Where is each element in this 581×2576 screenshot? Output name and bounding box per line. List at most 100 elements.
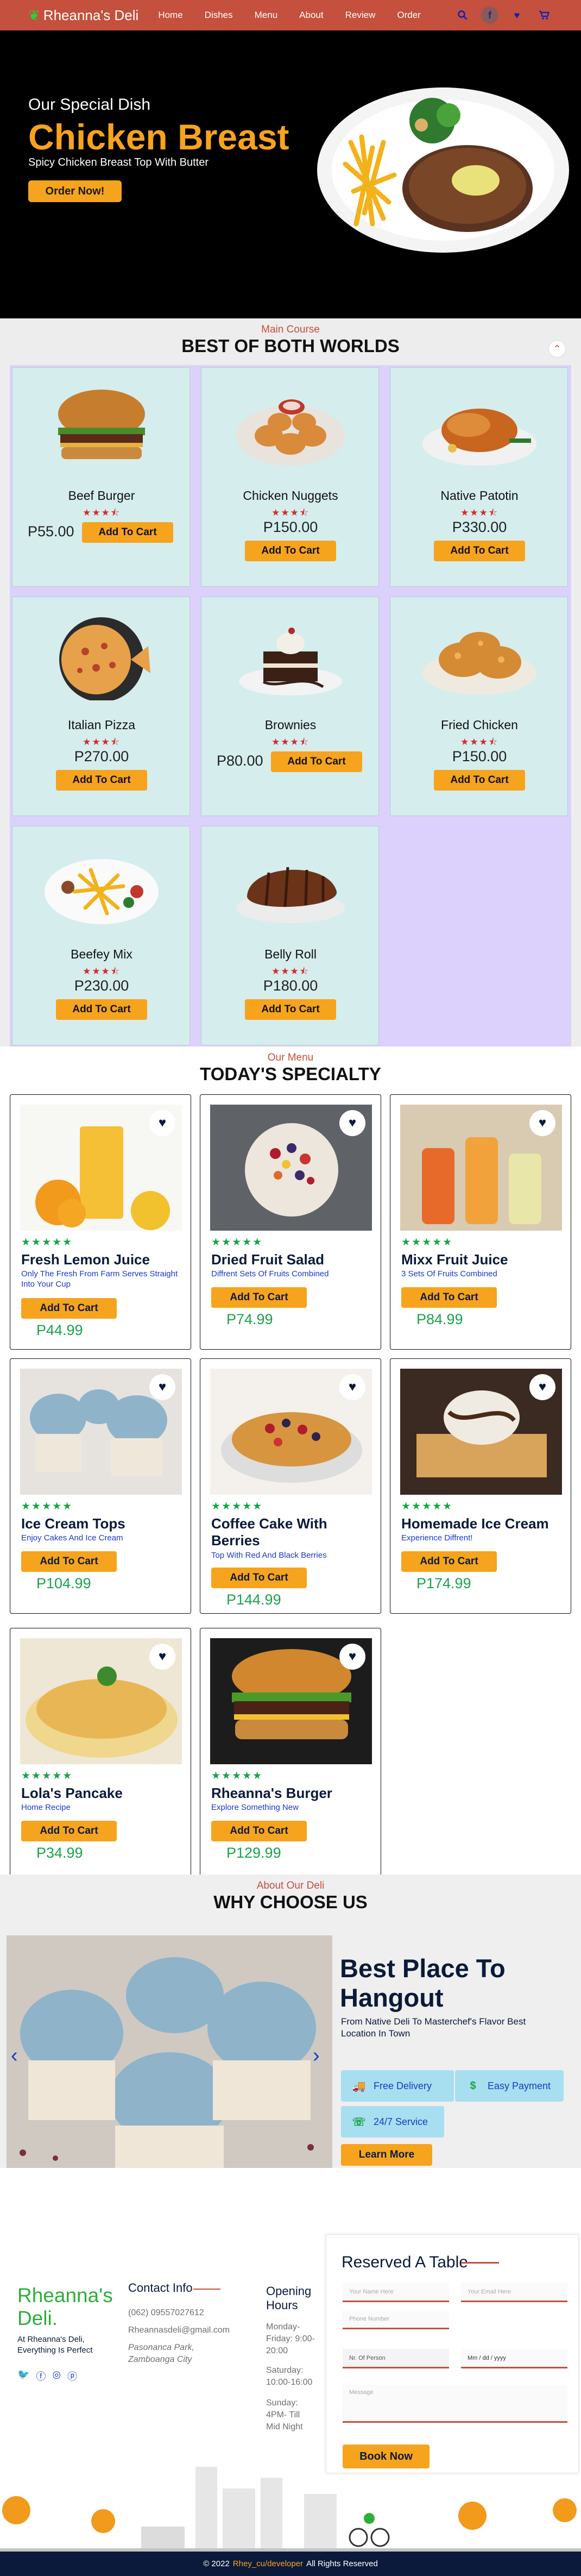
favorite-heart-icon[interactable]: ♥ (529, 1110, 555, 1136)
specialty-price: P44.99 (36, 1322, 83, 1338)
footer-tagline: At Rheanna's Deli, Everything Is Perfect (17, 2335, 93, 2355)
menu-item-price: P270.00 (74, 748, 129, 764)
add-to-cart-button[interactable]: Add To Cart (211, 1821, 307, 1841)
facebook-icon[interactable]: ⓕ (36, 2369, 46, 2383)
menu-card: Fried Chicken ★★★⯪ P150.00 Add To Cart (390, 597, 568, 816)
menu-item-price: P55.00 (28, 523, 74, 540)
add-to-cart-button[interactable]: Add To Cart (56, 770, 147, 791)
hours-weekday: Monday-Friday: 9:00-20:00 (266, 2322, 315, 2355)
scroll-up-icon[interactable]: ⌃ (548, 340, 566, 358)
menu-card: Beefey Mix ★★★⯪ P230.00 Add To Cart (12, 826, 190, 1045)
add-to-cart-button[interactable]: Add To Cart (56, 999, 147, 1020)
main-course-title: BEST OF BOTH WORLDS (181, 336, 400, 356)
menu-item-name: Belly Roll (264, 947, 317, 961)
add-to-cart-button[interactable]: Add To Cart (21, 1551, 117, 1572)
add-to-cart-button[interactable]: Add To Cart (434, 770, 525, 791)
add-to-cart-button[interactable]: Add To Cart (245, 541, 336, 561)
nav-about[interactable]: About (299, 10, 323, 21)
feature-free-delivery: 🚚 Free Delivery (341, 2070, 454, 2102)
heart-icon[interactable]: ♥ (508, 7, 526, 24)
specialty-card: ♥ ★★★★★ Homemade Ice Cream Experience Di… (390, 1358, 571, 1614)
specialty-description: Top With Red And Black Berries (211, 1551, 327, 1560)
phone-input[interactable]: Phone Number (343, 2310, 449, 2329)
twitter-icon[interactable]: 🐦 (17, 2369, 29, 2383)
specialty-description: Explore Something New (211, 1803, 299, 1812)
specialty-name: Fresh Lemon Juice (21, 1251, 150, 1268)
add-to-cart-button[interactable]: Add To Cart (21, 1821, 117, 1841)
menu-item-name: Beef Burger (68, 488, 135, 503)
persons-select[interactable]: Nr. Of Person (343, 2349, 449, 2368)
hero-title: Chicken Breast (28, 117, 289, 157)
favorite-heart-icon[interactable]: ♥ (149, 1110, 175, 1136)
footer-social: 🐦 ⓕ ◎ ⓟ (17, 2369, 84, 2383)
nav-dishes[interactable]: Dishes (205, 10, 233, 21)
add-to-cart-button[interactable]: Add To Cart (82, 522, 173, 543)
native-patotin-image (422, 409, 536, 466)
pinterest-icon[interactable]: ⓟ (67, 2369, 77, 2383)
copyright-bar: © 2022 Rhey_cu/developer All Rights Rese… (0, 2552, 581, 2576)
add-to-cart-button[interactable]: Add To Cart (271, 751, 362, 772)
favorite-heart-icon[interactable]: ♥ (339, 1110, 365, 1136)
menu-item-name: Brownies (264, 718, 317, 732)
feature-label: Easy Payment (488, 2080, 551, 2091)
name-input[interactable]: Your Name Here (343, 2283, 449, 2302)
specialty-name: Mixx Fruit Juice (401, 1251, 508, 1268)
specialty-card: ♥ ★★★★★ Rheanna's Burger Explore Somethi… (200, 1628, 381, 1883)
menu-card: Native Patotin ★★★⯪ P330.00 Add To Cart (390, 367, 568, 587)
why-text: From Native Deli To Masterchef's Flavor … (341, 2016, 526, 2039)
order-now-button[interactable]: Order Now! (28, 180, 122, 202)
email-input[interactable]: Your Email Here (461, 2283, 567, 2302)
developer-link[interactable]: Rhey_cu/developer (233, 2559, 303, 2568)
nav-order[interactable]: Order (397, 10, 420, 21)
favorite-heart-icon[interactable]: ♥ (149, 1374, 175, 1400)
contact-email[interactable]: Rheannasdeli@gmail.com (128, 2324, 230, 2336)
favorite-heart-icon[interactable]: ♥ (149, 1644, 175, 1670)
instagram-icon[interactable]: ◎ (52, 2369, 61, 2383)
add-to-cart-button[interactable]: Add To Cart (434, 541, 525, 561)
cart-icon[interactable] (535, 7, 553, 24)
brownies-image (239, 628, 342, 695)
add-to-cart-button[interactable]: Add To Cart (401, 1551, 497, 1572)
add-to-cart-button[interactable]: Add To Cart (211, 1287, 307, 1308)
leaf-icon: ❦ (28, 7, 40, 23)
nav-home[interactable]: Home (158, 10, 182, 21)
specialty-description: 3 Sets Of Fruits Combined (401, 1269, 497, 1278)
specialty-card: ♥ ★★★★★ Dried Fruit Salad Diffrent Sets … (200, 1094, 381, 1350)
specialty-name: Lola's Pancake (21, 1785, 123, 1801)
add-to-cart-button[interactable]: Add To Cart (211, 1568, 307, 1588)
specialty-name: Homemade Ice Cream (401, 1515, 549, 1532)
add-to-cart-button[interactable]: Add To Cart (245, 999, 336, 1020)
nav-icons: f ♥ (444, 7, 553, 24)
add-to-cart-button[interactable]: Add To Cart (401, 1287, 497, 1308)
carousel-next-icon[interactable]: › (313, 2044, 320, 2067)
facebook-icon[interactable]: f (481, 7, 498, 24)
hero-subtitle: Our Special Dish (28, 96, 151, 114)
menu-item-name: Native Patotin (440, 488, 519, 503)
search-icon[interactable] (454, 7, 471, 24)
nav-review[interactable]: Review (345, 10, 376, 21)
add-to-cart-button[interactable]: Add To Cart (21, 1298, 117, 1319)
specialty-card: ♥ ★★★★★ Mixx Fruit Juice 3 Sets Of Fruit… (390, 1094, 571, 1350)
learn-more-button[interactable]: Learn More (341, 2144, 432, 2166)
specialty-title: TODAY'S SPECIALTY (200, 1064, 381, 1084)
specialty-price: P104.99 (36, 1575, 91, 1591)
date-input[interactable]: Mm / dd / yyyy (461, 2349, 567, 2368)
brand-name: Rheanna's Deli (43, 7, 139, 23)
carousel-prev-icon[interactable]: ‹ (11, 2044, 18, 2067)
favorite-heart-icon[interactable]: ♥ (339, 1644, 365, 1670)
menu-item-name: Beefey Mix (71, 947, 132, 961)
contact-phone[interactable]: (062) 09557027612 (128, 2307, 204, 2319)
menu-card: Italian Pizza ★★★⯪ P270.00 Add To Cart (12, 597, 190, 816)
brand-logo[interactable]: ❦ Rheanna's Deli (28, 7, 138, 24)
menu-item-name: Fried Chicken (441, 718, 518, 732)
dollar-icon: $ (470, 2079, 476, 2092)
nav-menu-link[interactable]: Menu (255, 10, 278, 21)
top-navbar: ❦ Rheanna's Deli Home Dishes Menu About … (0, 0, 581, 30)
reservation-title: Reserved A Table (342, 2253, 468, 2271)
message-textarea[interactable]: Message (343, 2385, 567, 2423)
favorite-heart-icon[interactable]: ♥ (339, 1374, 365, 1400)
menu-card: Belly Roll ★★★⯪ P180.00 Add To Cart (201, 826, 379, 1045)
favorite-heart-icon[interactable]: ♥ (529, 1374, 555, 1400)
footer-brand: Rheanna's Deli. (17, 2284, 113, 2329)
contact-title: Contact Info (128, 2281, 193, 2295)
